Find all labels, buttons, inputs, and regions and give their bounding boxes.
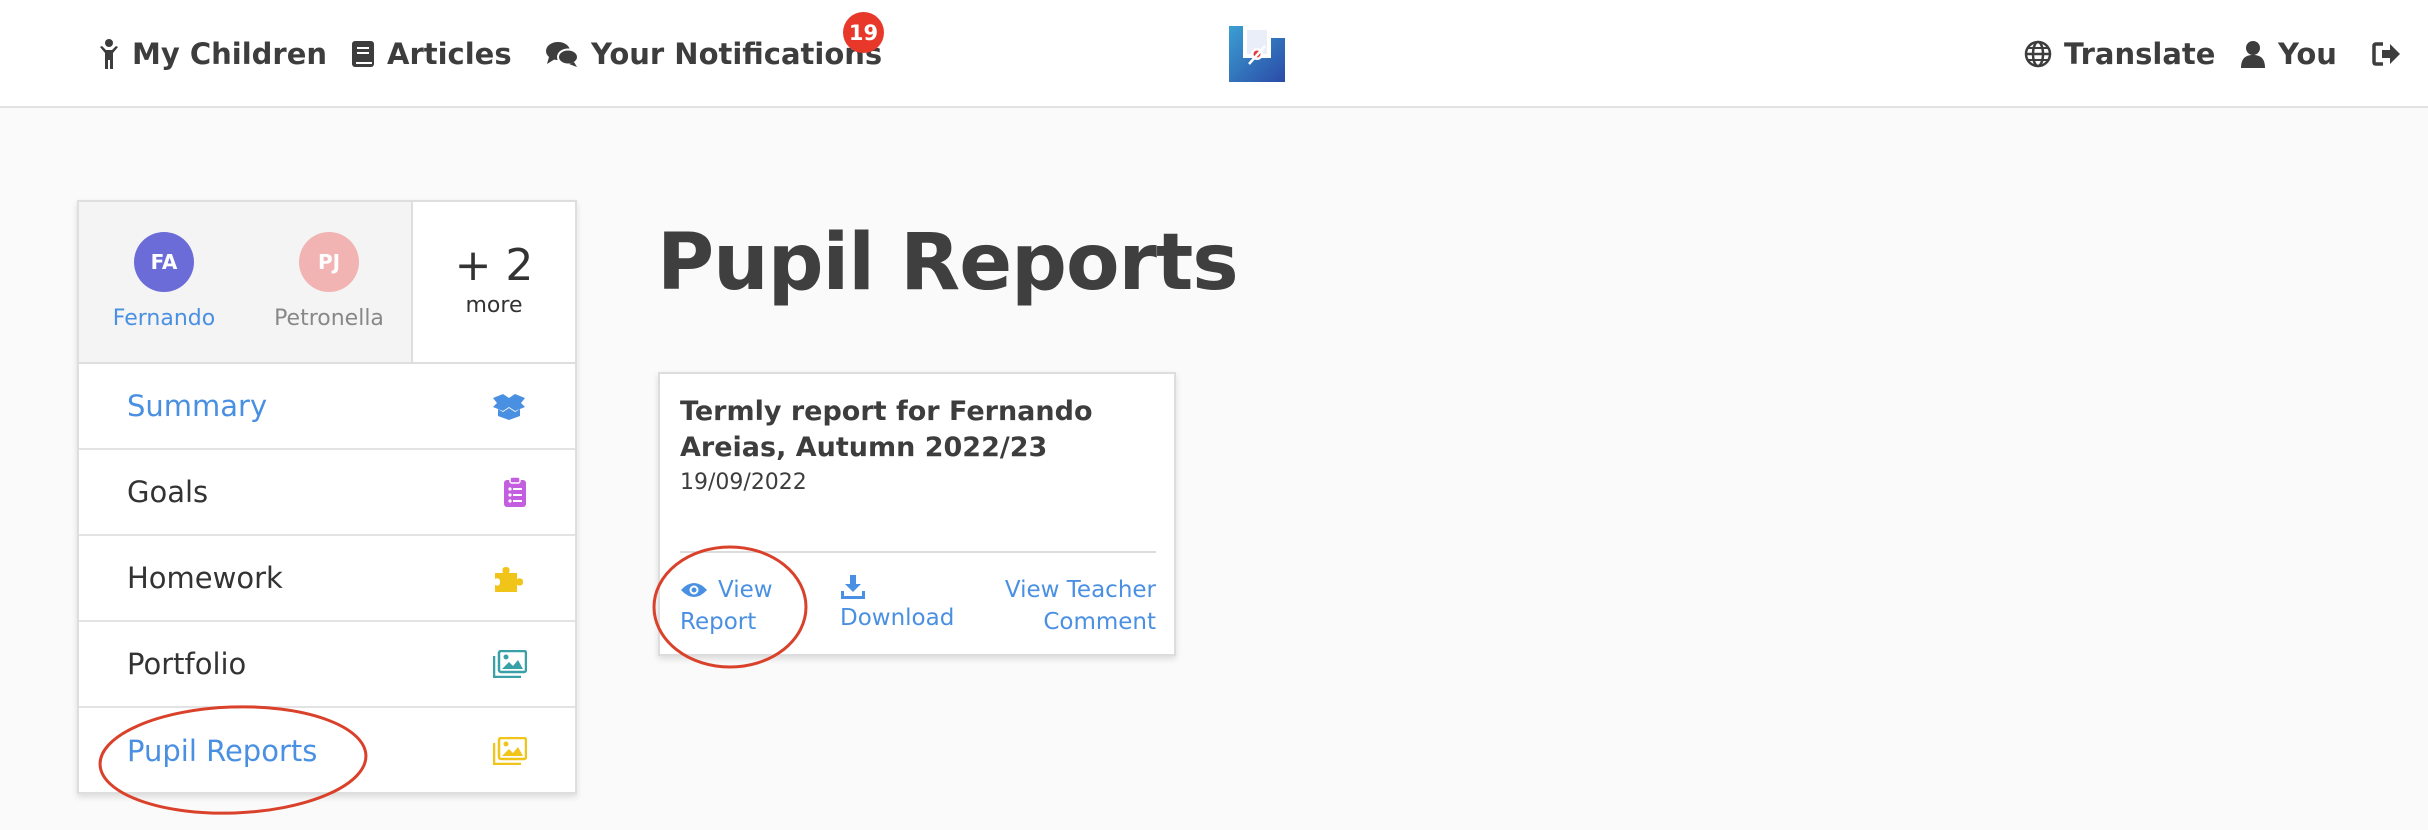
report-divider — [680, 551, 1156, 553]
book-icon — [352, 41, 374, 67]
view-teacher-comment-label: View Teacher Comment — [1004, 577, 1156, 635]
globe-icon — [2024, 40, 2052, 68]
nav-articles[interactable]: Articles — [351, 30, 512, 78]
child-name: Petronella — [274, 306, 384, 331]
comments-icon — [546, 42, 579, 67]
top-navigation-bar: My Children Articles Your Notifications … — [0, 0, 2428, 108]
sidebar-item-goals[interactable]: Goals — [79, 450, 575, 536]
clipboard-list-icon — [504, 477, 526, 507]
sidebar-item-homework[interactable]: Homework — [79, 536, 575, 622]
download-icon — [841, 575, 865, 599]
school-app-logo[interactable] — [1227, 24, 1287, 84]
child-sidebar: FA Fernando PJ Petronella + 2 more Summa… — [77, 200, 577, 794]
nav-translate[interactable]: Translate — [2024, 30, 2215, 78]
puzzle-piece-icon — [495, 567, 523, 592]
image-icon — [493, 737, 527, 765]
report-title: Termly report for Fernando Areias, Autum… — [680, 396, 1093, 463]
sidebar-item-label: Summary — [127, 389, 268, 423]
sidebar-item-label: Homework — [127, 561, 283, 595]
download-label: Download — [840, 605, 955, 631]
sidebar-item-portfolio[interactable]: Portfolio — [79, 622, 575, 708]
box-open-icon — [493, 394, 525, 420]
child-fernando[interactable]: FA Fernando — [84, 232, 244, 331]
page-title: Pupil Reports — [657, 218, 1239, 308]
sidebar-item-label: Pupil Reports — [127, 734, 318, 768]
download-button[interactable]: Download — [840, 574, 970, 634]
user-icon — [2241, 41, 2265, 68]
child-petronella[interactable]: PJ Petronella — [249, 232, 409, 331]
image-icon — [493, 650, 527, 678]
child-icon — [100, 39, 118, 69]
view-teacher-comment-button[interactable]: View Teacher Comment — [990, 574, 1156, 638]
avatar: FA — [134, 232, 194, 292]
sign-out-icon — [2372, 42, 2400, 66]
nav-articles-label: Articles — [387, 37, 512, 71]
more-children-label: more — [465, 293, 523, 318]
sign-out-button[interactable] — [2372, 30, 2414, 78]
view-report-button[interactable]: View Report — [680, 574, 800, 638]
report-date: 19/09/2022 — [680, 470, 807, 495]
more-children-count: + 2 — [454, 240, 534, 291]
child-selector: FA Fernando PJ Petronella + 2 more — [79, 202, 575, 364]
child-name: Fernando — [112, 306, 216, 331]
nav-my-children[interactable]: My Children — [98, 30, 327, 78]
sidebar-item-label: Portfolio — [127, 647, 247, 681]
sidebar-item-pupil-reports[interactable]: Pupil Reports — [79, 708, 575, 794]
sidebar-item-label: Goals — [127, 475, 209, 509]
nav-translate-label: Translate — [2064, 37, 2216, 71]
more-children-button[interactable]: + 2 more — [411, 202, 575, 362]
nav-my-children-label: My Children — [132, 37, 328, 71]
eye-icon — [681, 583, 707, 597]
nav-you[interactable]: You — [2240, 30, 2337, 78]
sidebar-item-summary[interactable]: Summary — [79, 364, 575, 450]
nav-notifications[interactable]: Your Notifications — [545, 30, 882, 78]
report-card: Termly report for Fernando Areias, Autum… — [658, 372, 1176, 656]
avatar: PJ — [299, 232, 359, 292]
notification-count-badge: 19 — [843, 12, 884, 53]
nav-you-label: You — [2278, 37, 2337, 71]
nav-notifications-label: Your Notifications — [591, 37, 883, 71]
